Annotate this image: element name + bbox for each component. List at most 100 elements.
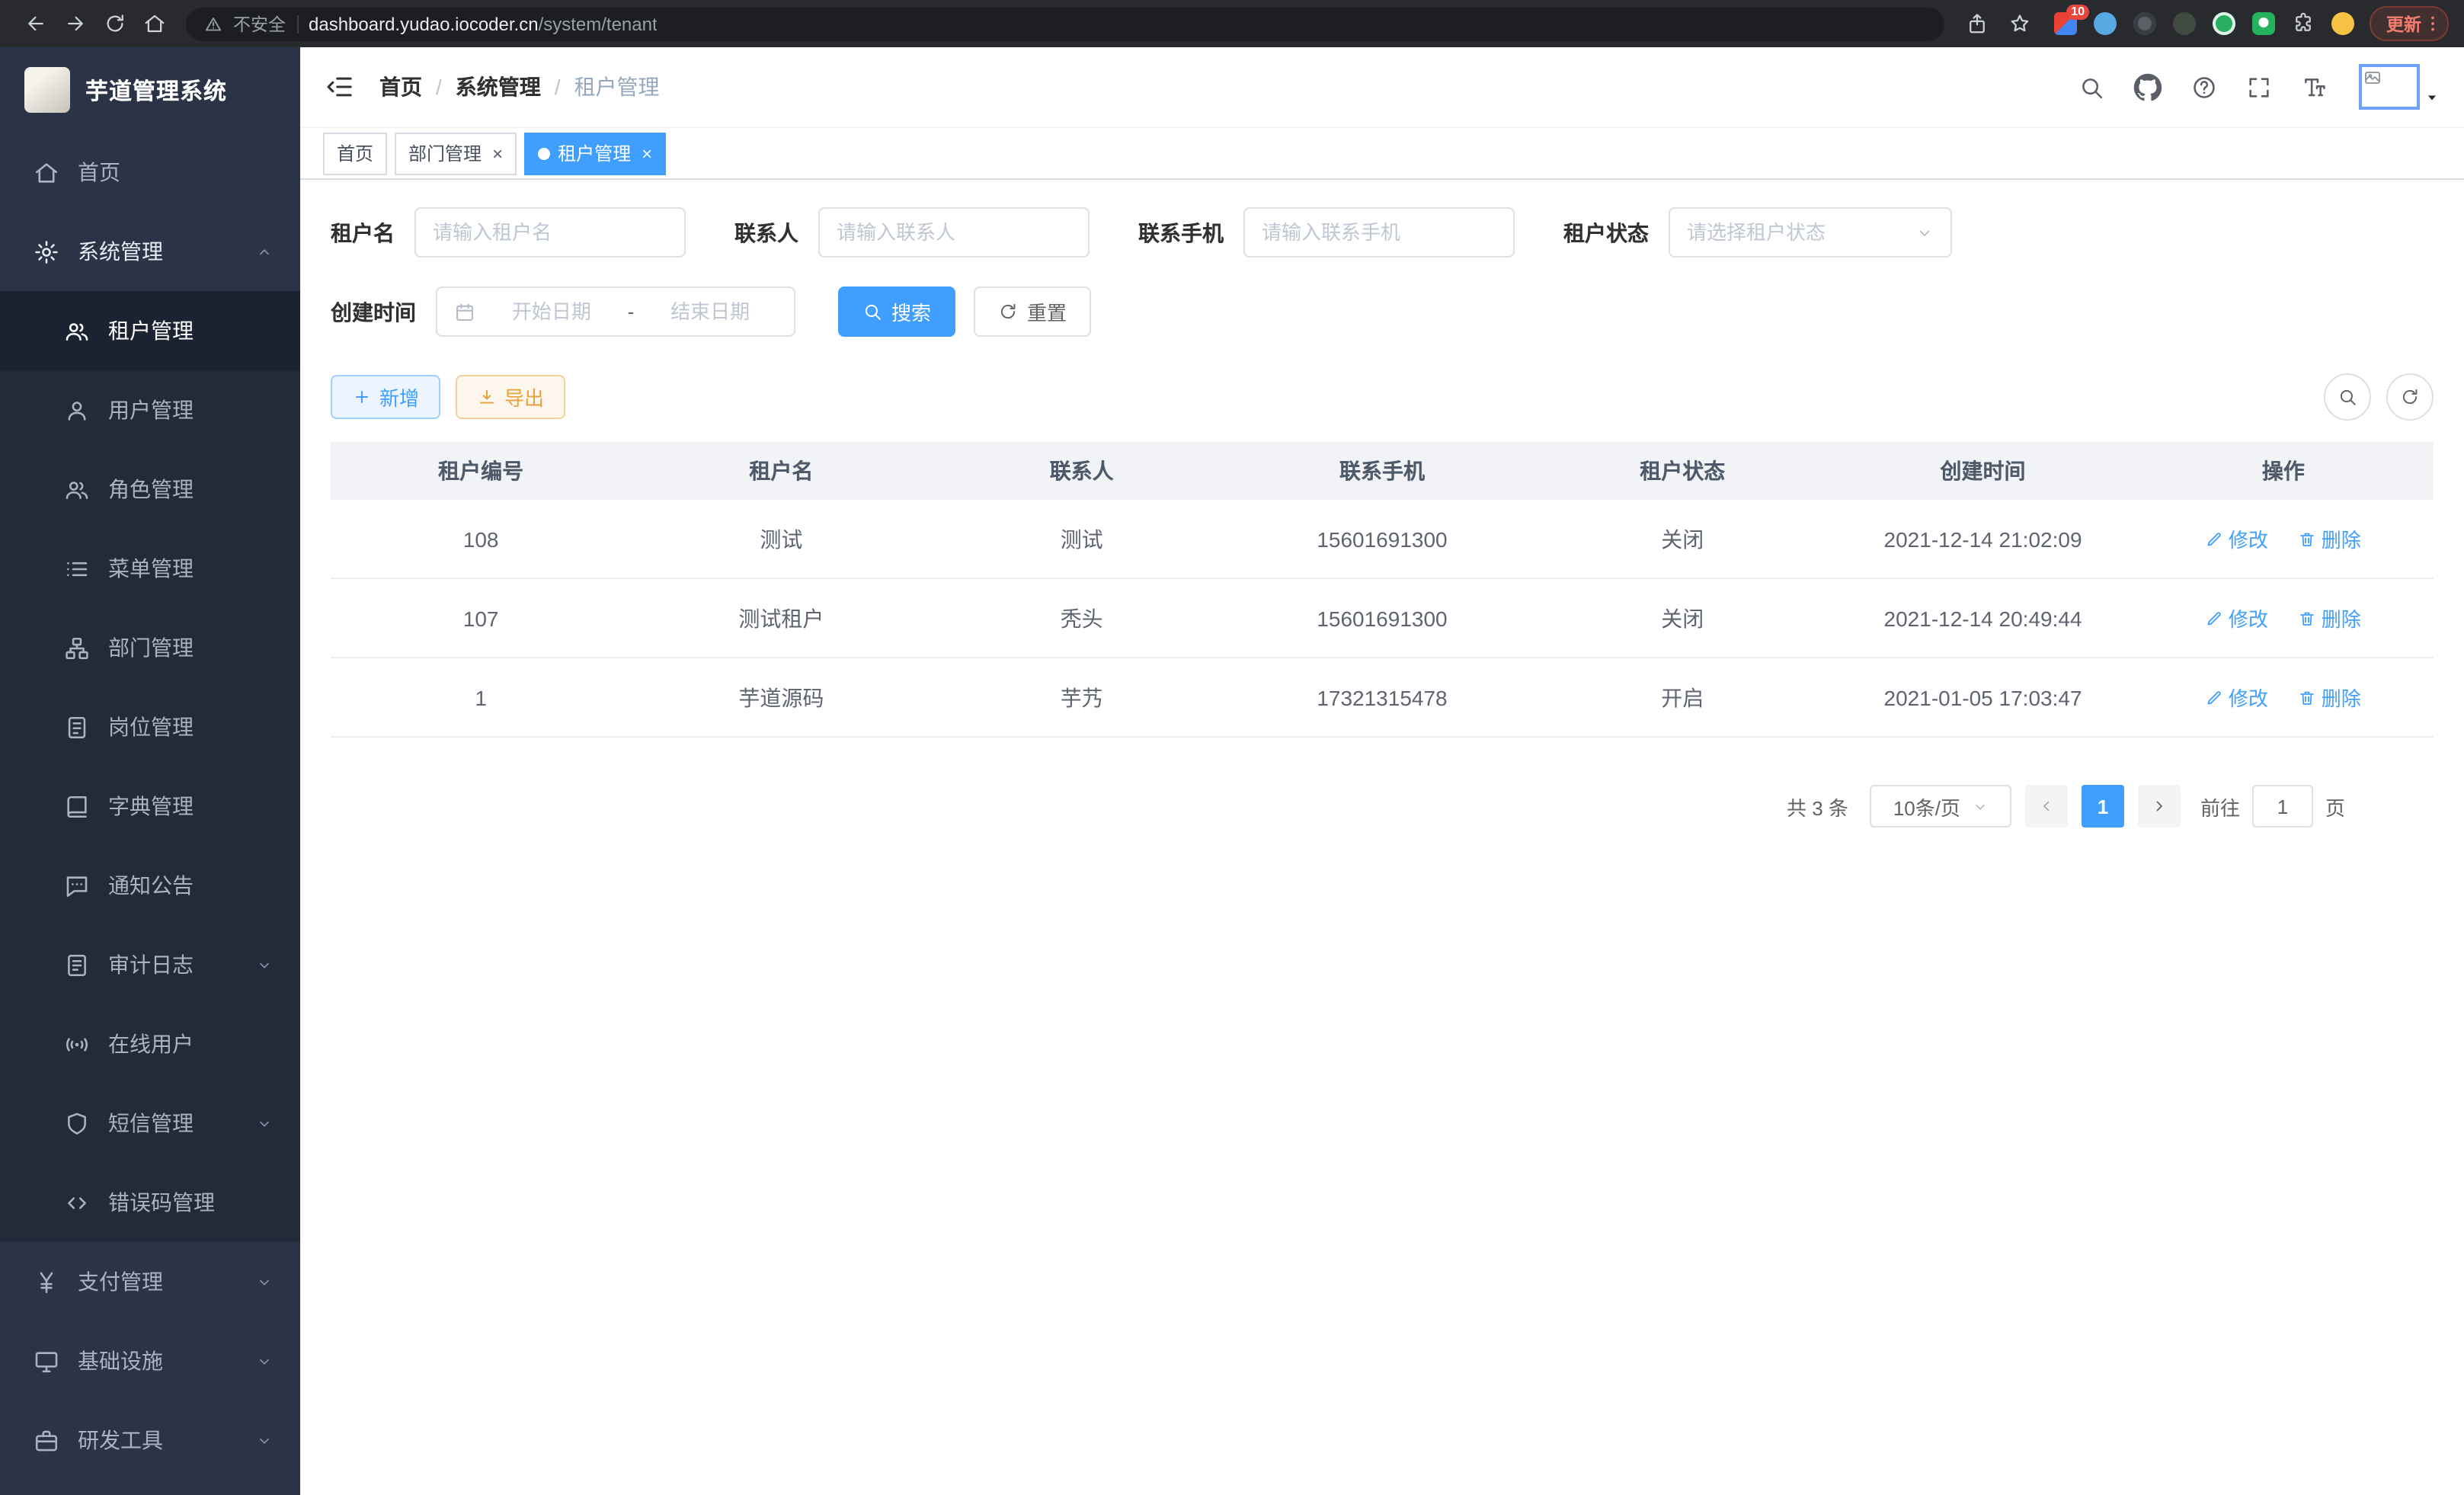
contact-input[interactable] xyxy=(837,221,1071,244)
book-icon xyxy=(64,793,90,819)
sidebar-item-error-code[interactable]: 错误码管理 xyxy=(0,1163,300,1242)
logo-image xyxy=(24,67,70,113)
table-header-row: 租户编号 租户名 联系人 联系手机 租户状态 创建时间 操作 xyxy=(331,442,2434,500)
pagination-total: 共 3 条 xyxy=(1787,792,1848,821)
tags-view-bar: 首页 部门管理 × 租户管理 × xyxy=(300,128,2464,180)
url-host: dashboard.yudao.iocoder.cn xyxy=(309,13,539,34)
tab-close-icon[interactable]: × xyxy=(642,144,652,162)
sidebar-item-role[interactable]: 角色管理 xyxy=(0,450,300,529)
user-icon xyxy=(64,397,90,423)
font-size-icon[interactable] xyxy=(2301,74,2327,100)
app-logo[interactable]: 芋道管理系统 xyxy=(0,47,300,133)
extension-icon[interactable] xyxy=(2252,12,2275,35)
cell-actions: 修改 删除 xyxy=(2133,658,2434,737)
tab-close-icon[interactable]: × xyxy=(492,144,503,162)
extension-icon[interactable] xyxy=(2094,12,2117,35)
edit-link[interactable]: 修改 xyxy=(2206,524,2268,553)
breadcrumb-system[interactable]: 系统管理 xyxy=(456,72,574,102)
delete-link[interactable]: 删除 xyxy=(2299,524,2361,553)
sidebar-item-menu[interactable]: 菜单管理 xyxy=(0,529,300,608)
extension-icon[interactable] xyxy=(2133,12,2156,35)
extension-icon[interactable]: 10 xyxy=(2054,12,2077,35)
sidebar-item-home[interactable]: 首页 xyxy=(0,133,300,212)
bookmark-star-button[interactable] xyxy=(1999,4,2039,43)
sidebar-item-online-user[interactable]: 在线用户 xyxy=(0,1004,300,1084)
search-button[interactable]: 搜索 xyxy=(838,287,955,337)
fullscreen-icon[interactable] xyxy=(2246,74,2272,100)
sidebar-item-audit-log[interactable]: 审计日志 xyxy=(0,925,300,1004)
cell-tenant-id: 108 xyxy=(331,500,631,578)
tab-home[interactable]: 首页 xyxy=(323,132,387,174)
avatar[interactable] xyxy=(2359,64,2420,110)
next-page-button[interactable] xyxy=(2138,785,2181,828)
extension-icon[interactable] xyxy=(2213,12,2235,35)
sidebar-fold-button[interactable] xyxy=(325,72,355,102)
security-label[interactable]: 不安全 xyxy=(233,11,286,36)
end-date-input[interactable] xyxy=(643,300,777,323)
address-bar[interactable]: 不安全 dashboard.yudao.iocoder.cn/system/te… xyxy=(186,7,1944,40)
delete-link[interactable]: 删除 xyxy=(2299,683,2361,712)
add-button[interactable]: 新增 xyxy=(331,375,440,419)
toolbox-icon xyxy=(34,1427,59,1453)
cell-phone: 15601691300 xyxy=(1232,578,1532,658)
delete-link[interactable]: 删除 xyxy=(2299,603,2361,632)
github-icon[interactable] xyxy=(2133,72,2162,101)
caret-down-icon xyxy=(2424,90,2440,105)
sidebar-item-payment[interactable]: 支付管理 xyxy=(0,1242,300,1321)
browser-back-button[interactable] xyxy=(15,4,55,43)
extension-icon[interactable] xyxy=(2173,12,2196,35)
browser-update-button[interactable]: 更新 xyxy=(2370,6,2449,41)
home-icon xyxy=(34,159,59,185)
page-unit-label: 页 xyxy=(2325,792,2345,821)
create-time-label: 创建时间 xyxy=(331,296,416,327)
pencil-icon xyxy=(2206,609,2224,627)
table-row: 108 测试 测试 15601691300 关闭 2021-12-14 21:0… xyxy=(331,500,2434,578)
chevron-up-icon xyxy=(256,243,273,260)
date-range-picker[interactable]: - xyxy=(436,287,795,337)
header-search-icon[interactable] xyxy=(2078,74,2104,100)
edit-link[interactable]: 修改 xyxy=(2206,683,2268,712)
tab-dept[interactable]: 部门管理 × xyxy=(395,132,517,174)
trash-icon xyxy=(2299,688,2317,706)
prev-page-button[interactable] xyxy=(2025,785,2068,828)
sidebar-item-infra[interactable]: 基础设施 xyxy=(0,1321,300,1401)
sidebar-item-dict[interactable]: 字典管理 xyxy=(0,767,300,846)
breadcrumb-home[interactable]: 首页 xyxy=(379,72,456,102)
user-avatar-dropdown[interactable] xyxy=(2359,64,2440,110)
edit-link[interactable]: 修改 xyxy=(2206,603,2268,632)
sidebar-item-dev-tools[interactable]: 研发工具 xyxy=(0,1401,300,1480)
tenant-name-input[interactable] xyxy=(433,221,667,244)
cell-status: 开启 xyxy=(1532,658,1832,737)
toggle-search-button[interactable] xyxy=(2324,373,2371,421)
page-size-select[interactable]: 10条/页 xyxy=(1870,785,2011,828)
tab-tenant[interactable]: 租户管理 × xyxy=(524,132,666,174)
org-tree-icon xyxy=(64,635,90,661)
sidebar-item-notice[interactable]: 通知公告 xyxy=(0,846,300,925)
goto-page-input[interactable] xyxy=(2252,785,2313,828)
help-icon[interactable] xyxy=(2191,74,2217,100)
browser-reload-button[interactable] xyxy=(94,4,134,43)
sidebar-item-tenant[interactable]: 租户管理 xyxy=(0,291,300,370)
reset-button[interactable]: 重置 xyxy=(974,287,1091,337)
sidebar-item-user[interactable]: 用户管理 xyxy=(0,370,300,450)
sidebar-item-post[interactable]: 岗位管理 xyxy=(0,687,300,767)
start-date-input[interactable] xyxy=(485,300,619,323)
browser-forward-button[interactable] xyxy=(55,4,94,43)
tenant-table: 租户编号 租户名 联系人 联系手机 租户状态 创建时间 操作 1 xyxy=(331,442,2434,738)
share-button[interactable] xyxy=(1957,4,1996,43)
status-select-value[interactable] xyxy=(1687,221,1906,244)
chevron-down-icon xyxy=(1971,798,1988,815)
sidebar-item-sms[interactable]: 短信管理 xyxy=(0,1084,300,1163)
browser-home-button[interactable] xyxy=(134,4,174,43)
sidebar-item-system[interactable]: 系统管理 xyxy=(0,212,300,291)
page-url[interactable]: dashboard.yudao.iocoder.cn/system/tenant xyxy=(309,13,658,34)
sidebar-item-dept[interactable]: 部门管理 xyxy=(0,608,300,687)
browser-profile-avatar[interactable] xyxy=(2331,12,2354,35)
phone-input[interactable] xyxy=(1262,221,1496,244)
kebab-menu-icon[interactable] xyxy=(2423,14,2443,34)
current-page-button[interactable]: 1 xyxy=(2082,785,2124,828)
export-button[interactable]: 导出 xyxy=(456,375,565,419)
refresh-table-button[interactable] xyxy=(2386,373,2434,421)
extensions-puzzle-icon[interactable] xyxy=(2292,12,2315,35)
status-select[interactable] xyxy=(1669,207,1952,258)
